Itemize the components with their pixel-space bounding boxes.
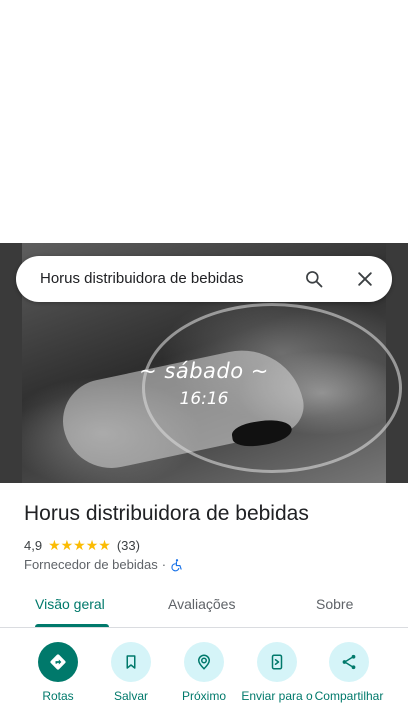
active-tab-indicator [35, 624, 109, 627]
search-bar[interactable]: Horus distribuidora de bebidas [16, 256, 392, 302]
action-bar: Rotas Salvar Próximo Enviar para o Compa… [0, 642, 408, 726]
review-count[interactable]: (33) [117, 538, 140, 553]
rating-row[interactable]: 4,9 ★★★★★ (33) [24, 537, 140, 554]
wheelchair-icon[interactable] [170, 558, 184, 572]
send-to-phone-button-circle [257, 642, 297, 682]
directions-icon [50, 654, 66, 670]
separator-dot: · [161, 557, 167, 572]
bookmark-icon [126, 655, 136, 669]
tab-overview[interactable]: Visão geral [35, 596, 105, 612]
place-tabs: Visão geral Avaliações Sobre [0, 585, 408, 628]
share-button-circle [329, 642, 369, 682]
nearby-label: Próximo [181, 690, 226, 703]
share-button[interactable]: Compartilhar [309, 642, 389, 716]
share-label: Compartilhar [314, 690, 384, 703]
share-icon [342, 654, 356, 670]
place-title: Horus distribuidora de bebidas [24, 502, 309, 525]
save-button-circle [111, 642, 151, 682]
save-label: Salvar [113, 690, 148, 703]
category-row: Fornecedor de bebidas · [24, 557, 184, 572]
nearby-button-circle [184, 642, 224, 682]
search-input[interactable]: Horus distribuidora de bebidas [40, 270, 243, 287]
directions-label: Rotas [42, 690, 74, 703]
star-rating-icon: ★★★★★ [48, 537, 111, 553]
nearby-button[interactable]: Próximo [164, 642, 244, 716]
close-icon[interactable] [355, 269, 375, 289]
tab-reviews[interactable]: Avaliações [168, 596, 235, 612]
send-to-phone-button[interactable]: Enviar para o [237, 642, 317, 716]
save-button[interactable]: Salvar [91, 642, 171, 716]
tab-about[interactable]: Sobre [316, 596, 353, 612]
photo-overlay-day: ~ sábado ~ [139, 359, 269, 383]
send-to-phone-icon [271, 654, 283, 670]
directions-button[interactable]: Rotas [18, 642, 98, 716]
photo-overlay-time: 16:16 [179, 389, 229, 409]
directions-button-circle [38, 642, 78, 682]
place-category: Fornecedor de bebidas [24, 557, 158, 572]
map-area [0, 0, 408, 243]
search-icon[interactable] [304, 269, 324, 289]
send-to-phone-label: Enviar para o [241, 690, 313, 703]
rating-value: 4,9 [24, 538, 43, 553]
nearby-icon [197, 654, 211, 670]
